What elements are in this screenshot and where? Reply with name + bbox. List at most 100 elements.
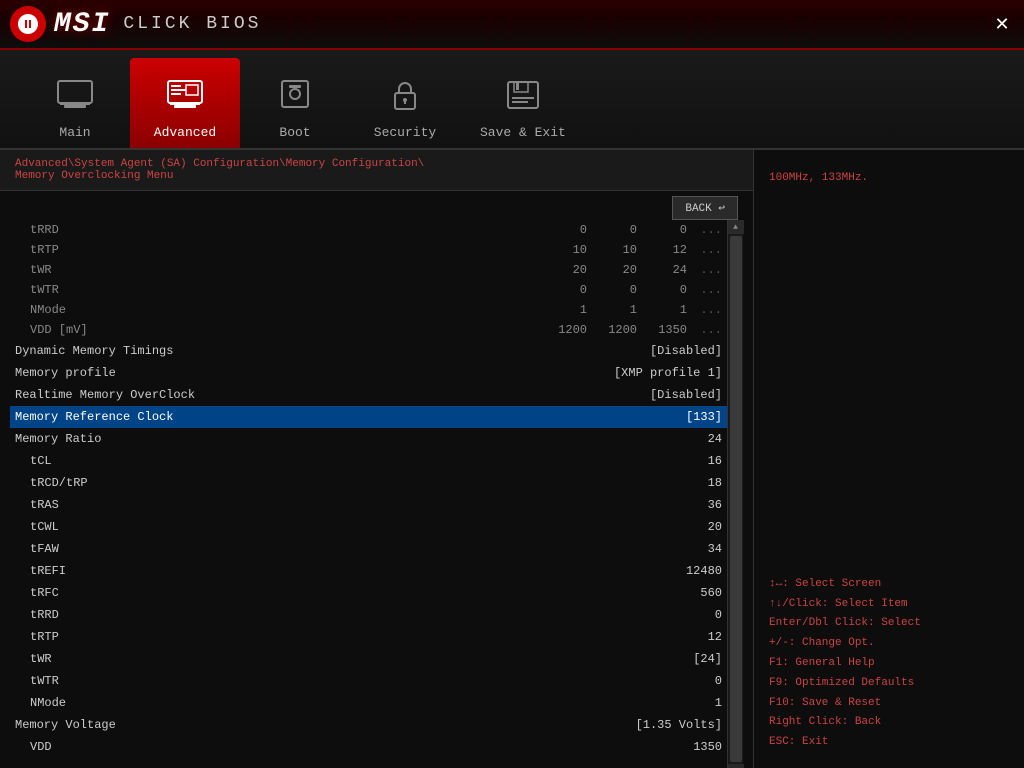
main-icon (56, 79, 94, 121)
tab-security[interactable]: Security (350, 58, 460, 148)
key-help-change: +/-: Change Opt. (769, 634, 1009, 654)
setting-tcwl[interactable]: tCWL 20 (10, 516, 727, 538)
setting-dynamic-memory[interactable]: Dynamic Memory Timings [Disabled] (10, 340, 727, 362)
setting-twtr2-label: tWTR (15, 674, 652, 688)
scroll-up-arrow[interactable]: ▲ (728, 220, 744, 234)
timing-trtp-label: tRTP (15, 243, 537, 257)
nav-bar: Main Advanced Boot (0, 50, 1024, 150)
setting-trtp2[interactable]: tRTP 12 (10, 626, 727, 648)
setting-nmode2[interactable]: NMode 1 (10, 692, 727, 714)
setting-tras[interactable]: tRAS 36 (10, 494, 727, 516)
timing-nmode-dots: ... (687, 303, 722, 317)
timing-vdd-label: VDD [mV] (15, 323, 537, 337)
close-button[interactable]: ✕ (990, 12, 1014, 36)
setting-vdd2[interactable]: VDD 1350 (10, 736, 727, 758)
setting-twr2-label: tWR (15, 652, 652, 666)
timing-trtp-col3: 12 (637, 243, 687, 257)
timing-trrd-col3: 0 (637, 223, 687, 237)
setting-memory-ref-clock[interactable]: Memory Reference Clock [133] (10, 406, 727, 428)
main-content: Advanced\System Agent (SA) Configuration… (0, 150, 1024, 768)
timing-twr-col3: 24 (637, 263, 687, 277)
setting-trefi[interactable]: tREFI 12480 (10, 560, 727, 582)
tab-advanced[interactable]: Advanced (130, 58, 240, 148)
setting-memory-voltage-value: [1.35 Volts] (636, 718, 722, 732)
setting-trrd2-label: tRRD (15, 608, 652, 622)
tab-main[interactable]: Main (20, 58, 130, 148)
setting-realtime-oc-value: [Disabled] (650, 388, 722, 402)
left-panel: Advanced\System Agent (SA) Configuration… (0, 150, 754, 768)
tab-main-label: Main (59, 125, 90, 140)
setting-tfaw-value: 34 (662, 542, 722, 556)
setting-trcd-value: 18 (662, 476, 722, 490)
scroll-down-arrow[interactable]: ▼ (728, 764, 744, 768)
timing-vdd-col3: 1350 (637, 323, 687, 337)
timing-nmode-col3: 1 (637, 303, 687, 317)
setting-trrd2[interactable]: tRRD 0 (10, 604, 727, 626)
setting-twtr2[interactable]: tWTR 0 (10, 670, 727, 692)
setting-tcl[interactable]: tCL 16 (10, 450, 727, 472)
tab-save-exit-label: Save & Exit (480, 125, 566, 140)
breadcrumb-submenu: Memory Overclocking Menu (15, 170, 738, 182)
setting-trfc-label: tRFC (15, 586, 652, 600)
setting-twtr2-value: 0 (662, 674, 722, 688)
setting-twr2-value: [24] (662, 652, 722, 666)
msi-dragon-icon (10, 6, 46, 42)
setting-twr2[interactable]: tWR [24] (10, 648, 727, 670)
timing-row-vdd: VDD [mV] 1200 1200 1350 ... (10, 320, 727, 340)
setting-memory-ratio-label: Memory Ratio (15, 432, 652, 446)
save-exit-icon (504, 79, 542, 121)
back-button[interactable]: BACK ↩ (672, 196, 738, 220)
help-description: 100MHz, 133MHz. (769, 165, 1009, 560)
tab-save-exit[interactable]: Save & Exit (460, 58, 586, 148)
setting-trrd2-value: 0 (662, 608, 722, 622)
tab-advanced-label: Advanced (154, 125, 216, 140)
security-icon (386, 79, 424, 121)
scrollbar[interactable]: ▲ ▼ (727, 220, 743, 768)
setting-trtp2-label: tRTP (15, 630, 652, 644)
timing-trtp-col1: 10 (537, 243, 587, 257)
scroll-thumb[interactable] (730, 236, 742, 762)
setting-trefi-value: 12480 (662, 564, 722, 578)
setting-dynamic-memory-label: Dynamic Memory Timings (15, 344, 640, 358)
click-bios-text: CLICK BIOS (123, 14, 261, 34)
scroll-container: tRRD 0 0 0 ... tRTP 10 10 12 ... tWR (10, 220, 743, 768)
tab-security-label: Security (374, 125, 436, 140)
setting-trfc[interactable]: tRFC 560 (10, 582, 727, 604)
key-help-right-click: Right Click: Back (769, 713, 1009, 733)
setting-memory-profile[interactable]: Memory profile [XMP profile 1] (10, 362, 727, 384)
breadcrumb-path: Advanced\System Agent (SA) Configuration… (15, 158, 738, 170)
boot-icon (276, 79, 314, 121)
setting-memory-ref-clock-value: [133] (662, 410, 722, 424)
timing-row-twtr: tWTR 0 0 0 ... (10, 280, 727, 300)
setting-realtime-oc[interactable]: Realtime Memory OverClock [Disabled] (10, 384, 727, 406)
key-help-select-screen: ↕↔: Select Screen (769, 575, 1009, 595)
timing-row-trtp: tRTP 10 10 12 ... (10, 240, 727, 260)
setting-tcl-label: tCL (15, 454, 652, 468)
timing-twr-col1: 20 (537, 263, 587, 277)
setting-tfaw[interactable]: tFAW 34 (10, 538, 727, 560)
key-help-enter: Enter/Dbl Click: Select (769, 614, 1009, 634)
setting-tcl-value: 16 (662, 454, 722, 468)
timing-trrd-col1: 0 (537, 223, 587, 237)
setting-trtp2-value: 12 (662, 630, 722, 644)
timing-trrd-dots: ... (687, 223, 722, 237)
timing-twtr-col1: 0 (537, 283, 587, 297)
setting-trefi-label: tREFI (15, 564, 652, 578)
dragon-svg (16, 12, 40, 36)
setting-realtime-oc-label: Realtime Memory OverClock (15, 388, 640, 402)
header-bar: msi CLICK BIOS ✕ (0, 0, 1024, 50)
tab-boot[interactable]: Boot (240, 58, 350, 148)
key-help-esc: ESC: Exit (769, 733, 1009, 753)
key-help: ↕↔: Select Screen ↑↓/Click: Select Item … (769, 575, 1009, 753)
timing-vdd-dots: ... (687, 323, 722, 337)
settings-header: BACK ↩ (0, 191, 753, 220)
key-help-f9: F9: Optimized Defaults (769, 674, 1009, 694)
setting-memory-ratio-value: 24 (662, 432, 722, 446)
setting-tcwl-value: 20 (662, 520, 722, 534)
setting-memory-voltage[interactable]: Memory Voltage [1.35 Volts] (10, 714, 727, 736)
setting-memory-ratio[interactable]: Memory Ratio 24 (10, 428, 727, 450)
setting-trcd[interactable]: tRCD/tRP 18 (10, 472, 727, 494)
key-help-select-item: ↑↓/Click: Select Item (769, 595, 1009, 615)
timing-row-trrd: tRRD 0 0 0 ... (10, 220, 727, 240)
timing-nmode-col1: 1 (537, 303, 587, 317)
